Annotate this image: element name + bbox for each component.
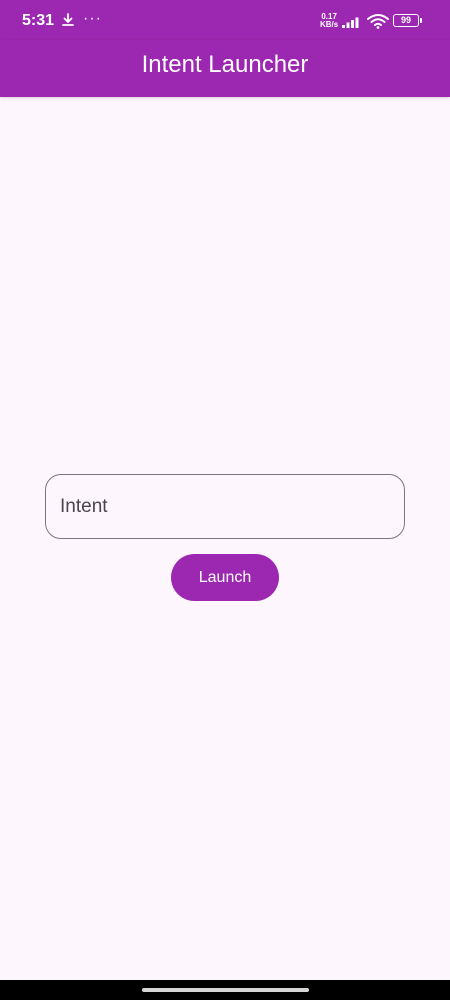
status-bar: 5:31 ··· 0.17 KB/s 99 — [0, 0, 450, 40]
signal-icon — [342, 17, 359, 28]
navigation-bar — [0, 980, 450, 1000]
status-time: 5:31 — [22, 12, 55, 29]
network-speed-unit: KB/s — [320, 20, 339, 29]
launch-button[interactable]: Launch — [171, 554, 279, 601]
network-speed: 0.17 KB/s — [320, 13, 338, 29]
intent-input[interactable] — [45, 474, 405, 539]
battery-icon: 99 — [393, 14, 422, 27]
app-bar: Intent Launcher — [0, 40, 450, 97]
app-title: Intent Launcher — [141, 51, 309, 78]
wifi-icon — [367, 14, 389, 29]
more-icon: ··· — [83, 10, 102, 27]
gesture-handle[interactable] — [142, 988, 309, 992]
download-icon — [62, 13, 74, 26]
